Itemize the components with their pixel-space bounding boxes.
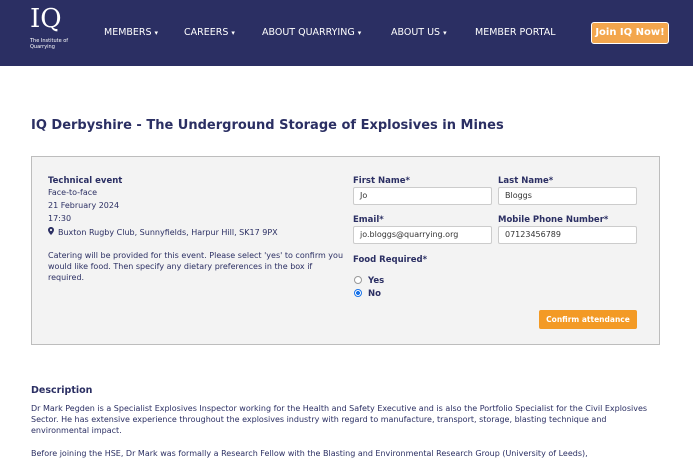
nav-label: ABOUT US (391, 27, 441, 38)
phone-field[interactable]: 07123456789 (498, 226, 637, 244)
event-type: Technical event (48, 176, 123, 186)
radio-button[interactable] (354, 276, 362, 284)
site-header: IQ The Institute of Quarrying MEMBERS ▾ C… (0, 0, 693, 66)
radio-label: No (368, 289, 381, 299)
nav-label: MEMBERS (104, 27, 152, 38)
food-option-no[interactable]: No (354, 289, 381, 299)
description-paragraph: Dr Mark Pegden is a Specialist Explosive… (31, 404, 648, 435)
chevron-down-icon: ▾ (231, 29, 235, 37)
chevron-down-icon: ▾ (154, 29, 159, 37)
radio-label: Yes (368, 276, 385, 286)
first-name-label: First Name* (353, 176, 410, 186)
description-heading: Description (31, 385, 93, 396)
logo-subtitle: The Institute of Quarrying (30, 38, 69, 50)
nav-label: CAREERS (184, 27, 229, 38)
logo-mark: IQ (30, 4, 62, 34)
nav-member-portal[interactable]: MEMBER PORTAL (475, 27, 556, 38)
chevron-down-icon: ▾ (443, 29, 447, 37)
nav-members[interactable]: MEMBERS ▾ (104, 27, 158, 38)
iq-logo[interactable]: IQ The Institute of Quarrying (30, 5, 72, 50)
radio-button-selected[interactable] (354, 289, 362, 297)
first-name-field[interactable]: Jo (353, 187, 492, 205)
nav-label: ABOUT QUARRYING (262, 27, 355, 38)
event-date: 21 February 2024 (48, 201, 120, 210)
event-location: Buxton Rugby Club, Sunnyfields, Harpur H… (48, 227, 278, 237)
page-title: IQ Derbyshire - The Underground Storage … (31, 118, 504, 133)
nav-careers[interactable]: CAREERS ▾ (184, 27, 235, 38)
confirm-attendance-button[interactable]: Confirm attendance (539, 310, 637, 329)
event-time: 17:30 (48, 214, 72, 223)
email-field[interactable]: jo.bloggs@quarrying.org (353, 226, 492, 244)
nav-about-us[interactable]: ABOUT US ▾ (391, 27, 447, 38)
nav-about-quarrying[interactable]: ABOUT QUARRYING ▾ (262, 27, 361, 38)
email-label: Email* (353, 215, 384, 225)
food-option-yes[interactable]: Yes (354, 276, 384, 286)
description-paragraph: Before joining the HSE, Dr Mark was form… (31, 449, 588, 458)
catering-note: Catering will be provided for this event… (48, 251, 344, 282)
food-required-label: Food Required* (353, 255, 428, 265)
phone-label: Mobile Phone Number* (498, 215, 609, 225)
event-location-text: Buxton Rugby Club, Sunnyfields, Harpur H… (58, 228, 278, 237)
join-iq-button[interactable]: Join IQ Now! (591, 22, 669, 44)
last-name-label: Last Name* (498, 176, 554, 186)
last-name-field[interactable]: Bloggs (498, 187, 637, 205)
event-panel: Technical event Face-to-face 21 February… (31, 156, 660, 345)
location-pin-icon (48, 227, 55, 237)
chevron-down-icon: ▾ (357, 29, 362, 37)
nav-label: MEMBER PORTAL (475, 27, 556, 38)
event-format: Face-to-face (48, 188, 98, 197)
